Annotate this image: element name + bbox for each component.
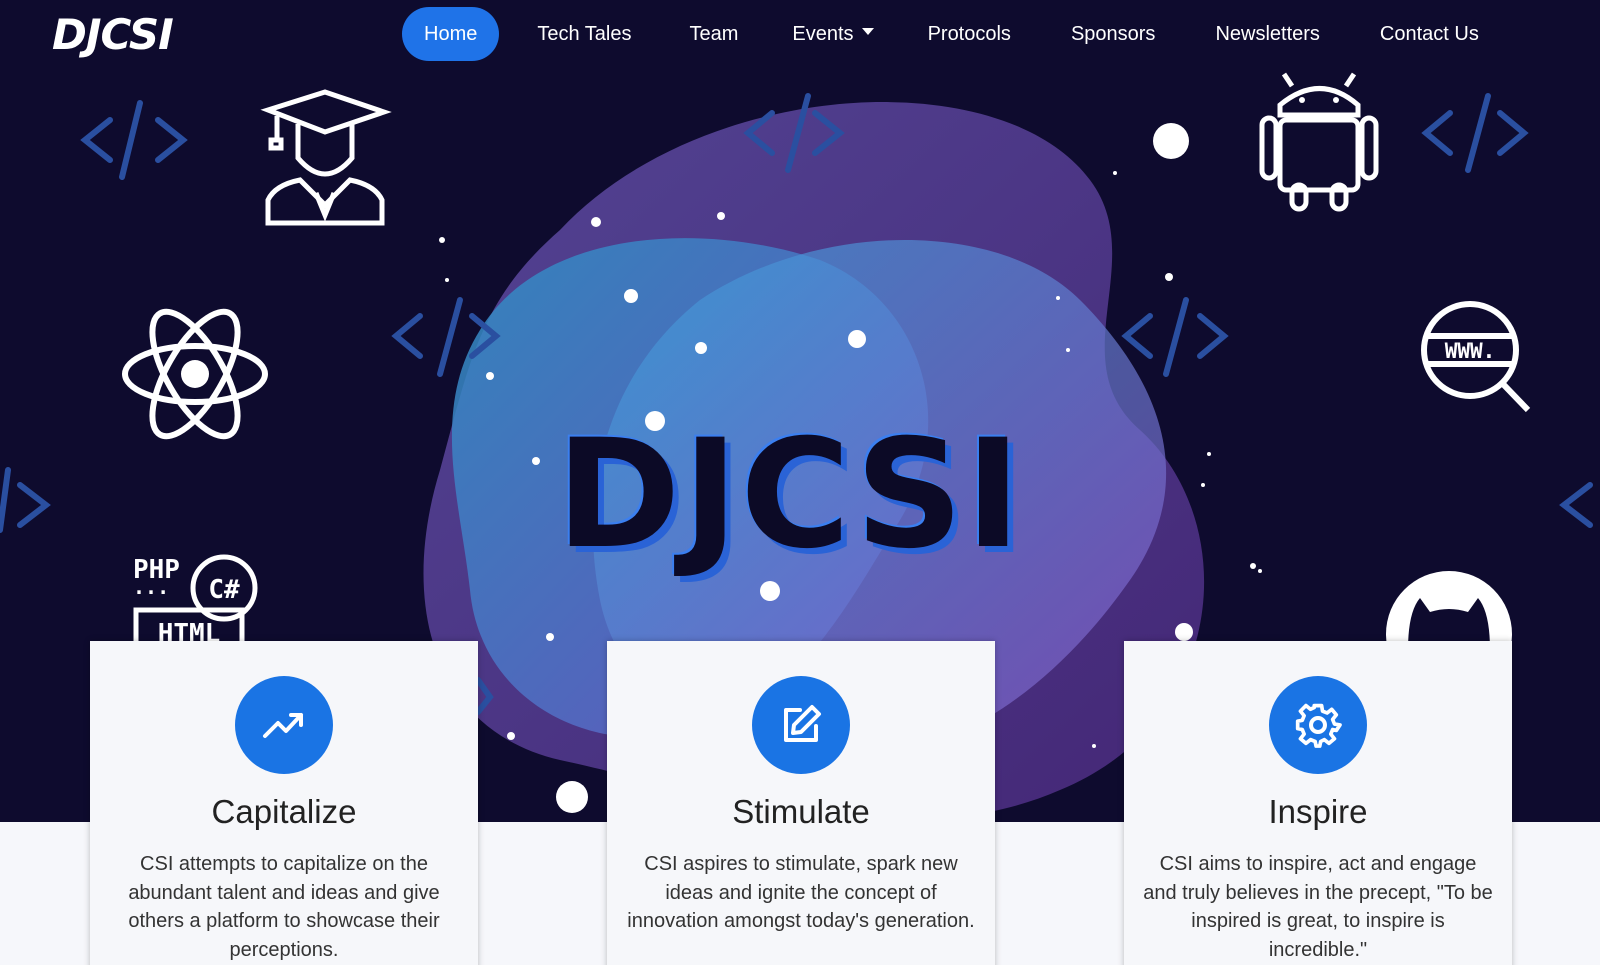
edit-icon	[752, 676, 850, 774]
nav-tech-tales[interactable]: Tech Tales	[515, 7, 653, 61]
nav-events-label: Events	[792, 23, 854, 45]
brand-logo[interactable]: DJCSI	[52, 12, 174, 58]
svg-text:...: ...	[133, 575, 169, 599]
card-stimulate: Stimulate CSI aspires to stimulate, spar…	[607, 641, 995, 965]
caret-down-icon	[861, 28, 874, 36]
nav-protocols[interactable]: Protocols	[906, 7, 1033, 61]
nav-links: Home Tech Tales Team Events Protocols Sp…	[402, 7, 1501, 61]
nav-newsletters[interactable]: Newsletters	[1193, 7, 1341, 61]
nav-team[interactable]: Team	[668, 7, 761, 61]
nav-contact-us[interactable]: Contact Us	[1358, 7, 1501, 61]
card-title: Stimulate	[732, 793, 870, 830]
android-icon	[1259, 72, 1379, 212]
card-capitalize: Capitalize CSI attempts to capitalize on…	[90, 641, 478, 965]
card-text: CSI aims to inspire, act and engage and …	[1143, 853, 1493, 961]
nav-sponsors[interactable]: Sponsors	[1049, 7, 1178, 61]
nav-events-dropdown[interactable]: Events	[770, 7, 895, 61]
card-title: Capitalize	[211, 793, 357, 830]
atom-nucleus	[181, 360, 209, 388]
csharp-label: C#	[208, 575, 240, 605]
www-label: WWW.	[1445, 339, 1496, 363]
code-languages-icon: PHP ... C# HTML	[133, 554, 258, 657]
card-title: Inspire	[1268, 793, 1368, 830]
graduate-icon	[260, 89, 392, 226]
hero-title: DJCSI	[556, 408, 1024, 582]
gear-icon	[1269, 676, 1367, 774]
trending-up-icon	[235, 676, 333, 774]
card-text: CSI aspires to stimulate, spark new idea…	[627, 853, 975, 932]
card-inspire: Inspire CSI aims to inspire, act and eng…	[1124, 641, 1512, 965]
card-text: CSI attempts to capitalize on the abunda…	[128, 853, 440, 961]
nav-home[interactable]: Home	[402, 7, 500, 61]
navbar: DJCSI Home Tech Tales Team Events Protoc…	[0, 0, 1600, 66]
